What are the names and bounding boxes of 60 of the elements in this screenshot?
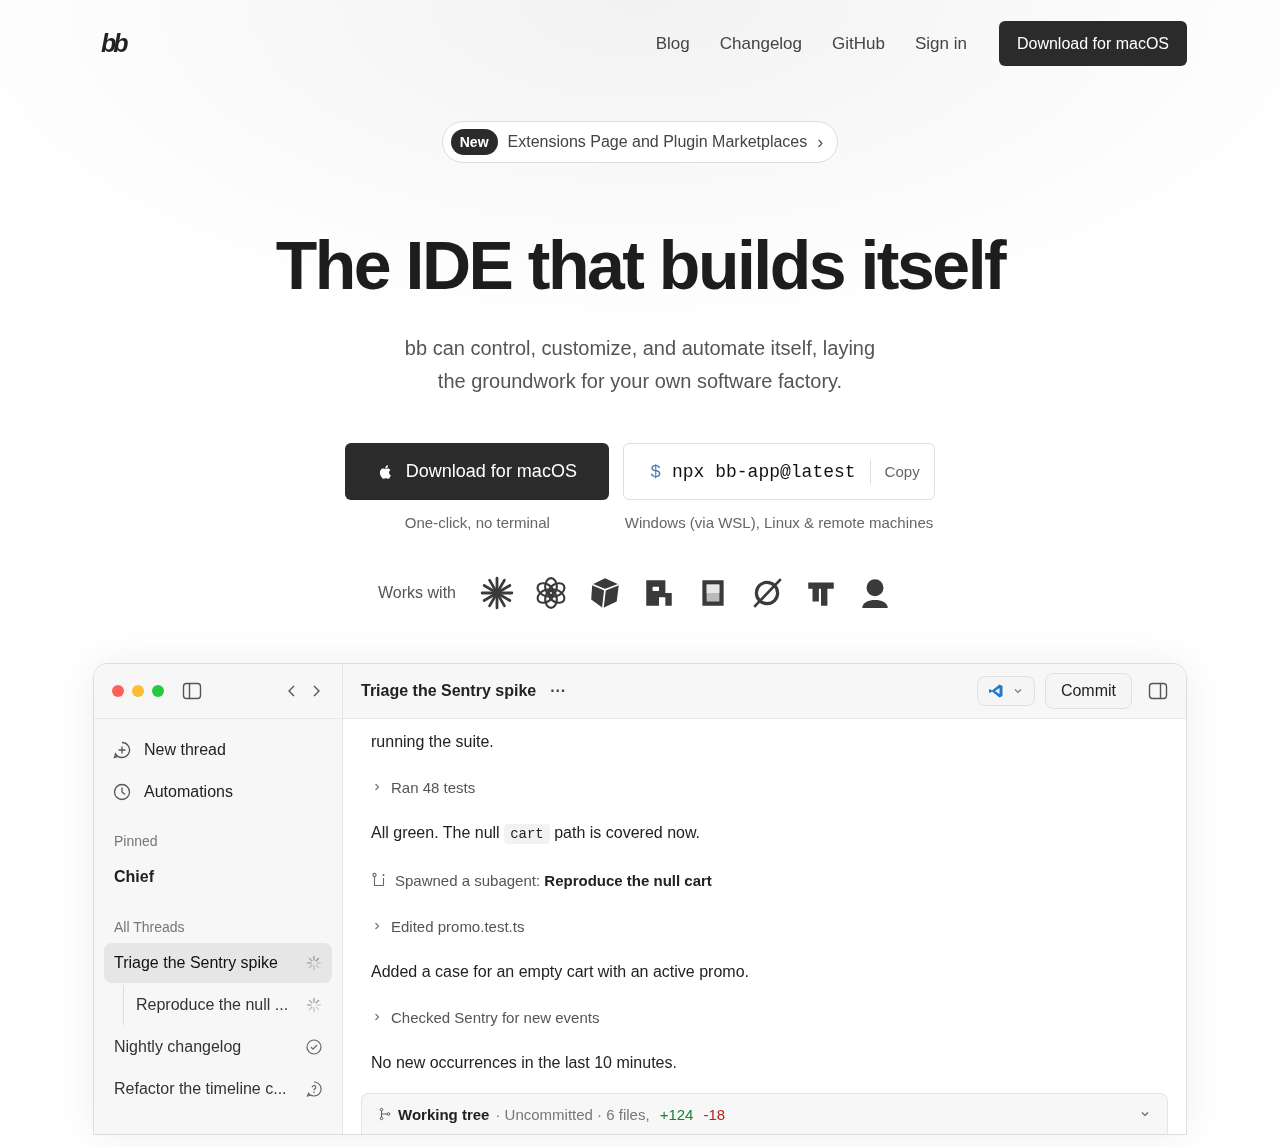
branch-icon	[371, 872, 387, 888]
maximize-dot-icon	[152, 685, 164, 697]
hero-subtitle: bb can control, customize, and automate itself, laying the groundwork for your own software factory.	[403, 336, 877, 394]
step-toggle[interactable]: Edited promo.test.ts	[371, 903, 1158, 949]
thread-item[interactable]: Triage the Sentry spike	[104, 943, 332, 983]
nav-link[interactable]: Changelog	[719, 33, 803, 54]
step-toggle[interactable]: Ran 48 tests	[371, 764, 1158, 810]
thread-title: Triage the Sentry spike	[361, 682, 537, 700]
works-with-label: Works with	[378, 584, 456, 602]
message-text: Added a case for an empty cart with an active promo.	[371, 962, 750, 982]
sidebar-action[interactable]: New thread	[104, 729, 332, 771]
working-tree-label: Working tree	[398, 1105, 490, 1123]
question-bubble-icon	[306, 1081, 322, 1097]
logo[interactable]: bb	[93, 29, 126, 58]
branch-icon	[378, 1107, 392, 1121]
thread-item[interactable]: Reproduce the null ...	[123, 985, 332, 1025]
new-badge: New	[450, 129, 498, 155]
section-label: Pinned	[113, 832, 159, 851]
clock-icon	[112, 782, 132, 802]
announcement-link[interactable]: New Extensions Page and Plugin Marketplaces ›	[441, 121, 839, 163]
spinner-icon	[306, 997, 322, 1013]
more-button[interactable]: ···	[546, 682, 571, 700]
nav-link[interactable]: GitHub	[832, 33, 885, 54]
subagent-note: Spawned a subagent: Reproduce the null cart	[395, 871, 712, 889]
nav-link[interactable]: Sign in	[914, 33, 967, 54]
close-dot-icon	[112, 685, 124, 697]
spinner-icon	[306, 955, 322, 971]
download-button[interactable]: Download for macOS	[998, 21, 1187, 66]
install-note: Windows (via WSL), Linux & remote machines	[624, 514, 934, 531]
thread-item[interactable]: Refactor the timeline c...	[104, 1069, 332, 1109]
download-button[interactable]: Download for macOS	[345, 443, 610, 500]
thread-item[interactable]: Nightly changelog	[104, 1027, 332, 1067]
message-text: No new occurrences in the last 10 minutes.	[371, 1053, 678, 1073]
step-toggle[interactable]: Checked Sentry for new events	[371, 994, 1158, 1040]
nav-link[interactable]: Blog	[655, 33, 690, 54]
change-summary: · Uncommitted · 6 files,	[495, 1105, 650, 1123]
chevron-icon: ›	[817, 131, 824, 153]
section-label: All Threads	[113, 918, 186, 937]
command-text: $ npx bb-app@latest	[650, 461, 856, 482]
working-tree-bar[interactable]: Working tree · Uncommitted · 6 files, +124 -18	[361, 1093, 1168, 1134]
commit-button[interactable]: Commit	[1044, 673, 1132, 709]
added-count: +124	[659, 1105, 694, 1123]
message-text: All green. The null cart path is covered now.	[371, 823, 702, 846]
sparkle-icon	[479, 576, 514, 610]
sidebar-action[interactable]: Automations	[104, 771, 332, 813]
copy-button[interactable]: Copy	[884, 463, 920, 480]
announcement-text: Extensions Page and Plugin Marketplaces	[507, 133, 808, 151]
editor-dropdown[interactable]	[976, 676, 1035, 706]
sidebar-toggle-icon	[182, 681, 202, 701]
thread-item[interactable]: Chief	[104, 857, 332, 897]
new-thread-icon	[112, 740, 132, 760]
hero-title: The IDE that builds itself	[274, 231, 1007, 299]
apple-icon	[377, 462, 394, 481]
install-note: One-click, no terminal	[404, 514, 550, 531]
check-circle-icon	[306, 1039, 322, 1055]
message-text: running the suite.	[371, 732, 495, 752]
minimize-dot-icon	[132, 685, 144, 697]
code-editor-icon	[987, 683, 1004, 699]
removed-count: -18	[703, 1105, 726, 1123]
panel-toggle-icon	[1148, 681, 1168, 701]
